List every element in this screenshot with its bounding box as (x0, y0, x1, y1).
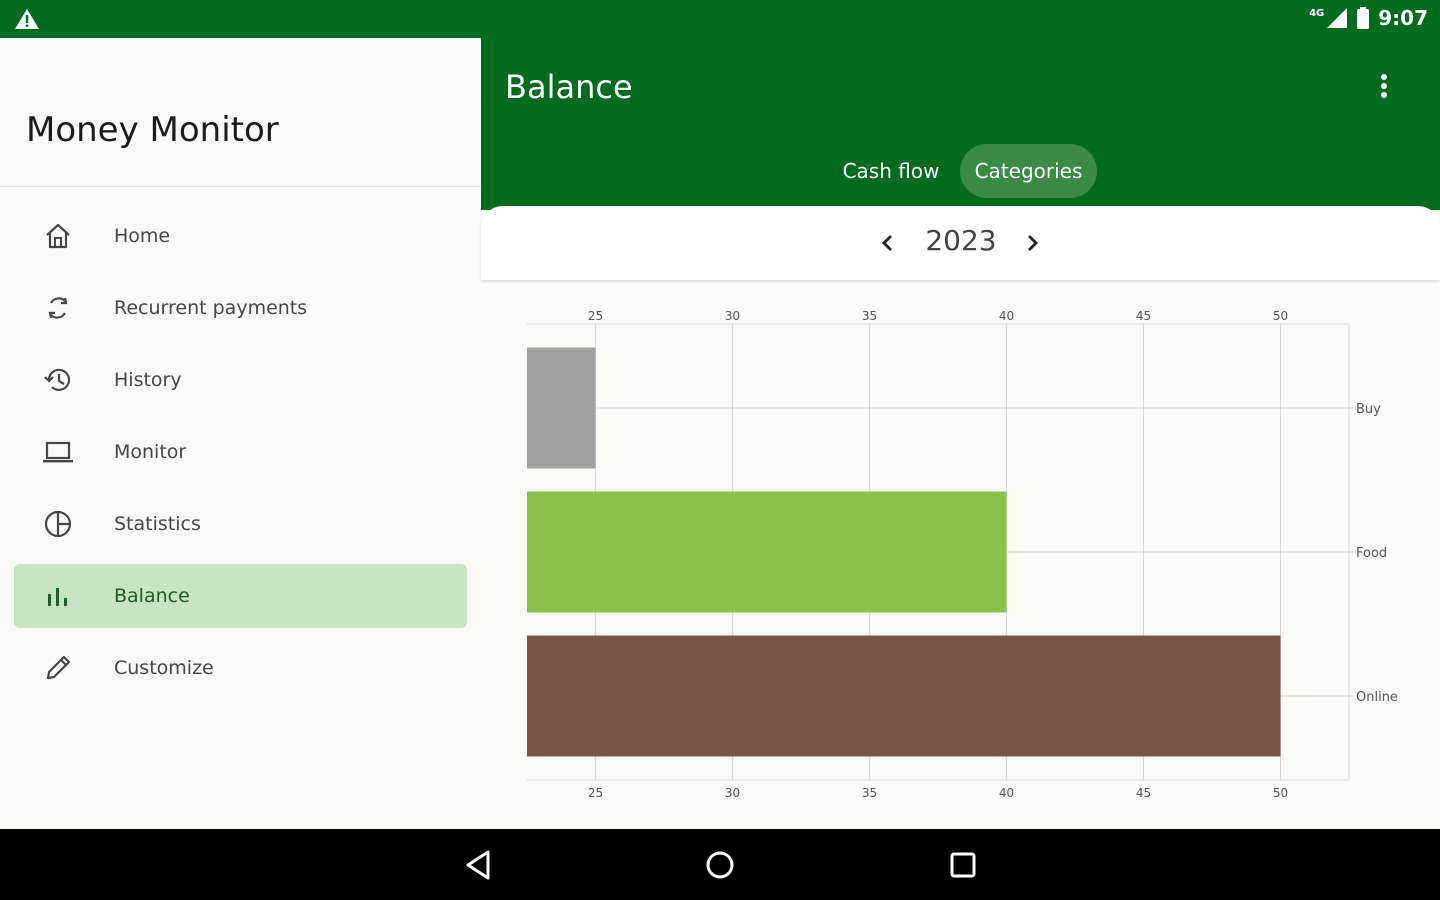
balance-bar-chart: 25 25 30 30 35 35 40 40 45 45 50 50 Buy Food Online (527, 309, 1398, 800)
warning-icon (15, 9, 39, 29)
laptop-icon (43, 441, 73, 463)
page-title: Balance (505, 68, 633, 106)
category-label: Online (1356, 690, 1398, 705)
category-label: Buy (1356, 402, 1381, 417)
battery-icon (1357, 7, 1370, 29)
signal-icon (1327, 8, 1348, 28)
nav-item-recurrent-payments[interactable]: Recurrent payments (14, 276, 467, 340)
history-icon (44, 368, 71, 391)
year-label: 2023 (925, 224, 997, 257)
pencil-icon (46, 655, 71, 680)
home-icon (46, 223, 70, 249)
network-type: 4G (1309, 7, 1325, 19)
nav-label: History (114, 369, 182, 391)
year-selector: 2023 (481, 206, 1440, 280)
tab-categories[interactable]: Categories (960, 144, 1097, 198)
nav-label: Balance (114, 585, 190, 607)
x-tick-label-top: 25 (588, 309, 603, 323)
category-label: Food (1356, 546, 1387, 561)
x-tick-label-top: 45 (1136, 309, 1151, 323)
x-tick-label-bottom: 25 (588, 786, 603, 800)
pie-chart-icon (44, 510, 72, 538)
drawer-title: Money Monitor (26, 110, 279, 150)
x-tick-label-bottom: 45 (1136, 786, 1151, 800)
nav-item-balance[interactable]: Balance (14, 564, 467, 628)
home-button-icon[interactable] (702, 847, 738, 883)
bar-online (527, 635, 1281, 757)
x-tick-label-bottom: 50 (1273, 786, 1288, 800)
nav-label: Home (114, 225, 171, 247)
tab-cash-flow[interactable]: Cash flow (833, 144, 949, 198)
nav-item-monitor[interactable]: Monitor (14, 420, 467, 484)
bar-chart-icon (48, 588, 67, 606)
nav-label: Monitor (114, 441, 187, 463)
bar-buy (527, 347, 596, 469)
x-tick-label-bottom: 35 (862, 786, 877, 800)
back-icon[interactable] (460, 847, 496, 883)
nav-item-statistics[interactable]: Statistics (14, 492, 467, 556)
app-bar: Balance Cash flow Categories (481, 38, 1440, 210)
nav-item-customize[interactable]: Customize (14, 636, 467, 700)
x-tick-label-top: 40 (999, 309, 1014, 323)
x-tick-label-top: 30 (725, 309, 740, 323)
status-bar: 4G 9:07 (0, 0, 1440, 38)
nav-label: Customize (114, 657, 214, 679)
x-tick-label-top: 50 (1273, 309, 1288, 323)
nav-label: Statistics (114, 513, 201, 535)
clock: 9:07 (1378, 6, 1428, 30)
sync-icon (48, 297, 68, 319)
nav-item-home[interactable]: Home (14, 204, 467, 268)
x-tick-label-top: 35 (862, 309, 877, 323)
x-tick-label-bottom: 40 (999, 786, 1014, 800)
chevron-left-icon[interactable] (871, 226, 905, 260)
drawer-divider (0, 186, 481, 187)
bar-food (527, 491, 1007, 613)
x-tick-label-bottom: 30 (725, 786, 740, 800)
chevron-right-icon[interactable] (1015, 226, 1049, 260)
system-navigation-bar (0, 829, 1440, 900)
more-vert-icon[interactable] (1372, 72, 1396, 102)
navigation-drawer: Money Monitor Home Recurrent payments Hi… (0, 38, 481, 829)
nav-item-history[interactable]: History (14, 348, 467, 412)
recents-icon[interactable] (945, 847, 981, 883)
nav-label: Recurrent payments (114, 297, 308, 319)
